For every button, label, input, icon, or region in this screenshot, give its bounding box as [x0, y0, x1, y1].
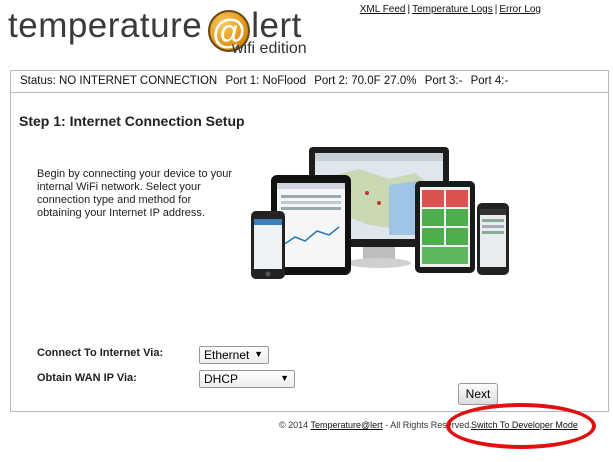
xml-feed-link[interactable]: XML Feed: [360, 4, 406, 15]
port2-status: Port 2: 70.0F 27.0%: [314, 75, 417, 87]
port3-status: Port 3:-: [424, 75, 463, 87]
rights-text: - All Rights Reserved.: [385, 420, 472, 430]
connect-via-value: Ethernet: [204, 348, 250, 362]
connect-via-label: Connect To Internet Via:: [37, 347, 164, 359]
logo-subtitle: wifi edition: [232, 40, 307, 57]
step-title: Step 1: Internet Connection Setup: [19, 113, 245, 129]
company-link[interactable]: Temperature@lert: [311, 420, 383, 430]
wan-ip-value: DHCP: [204, 372, 239, 386]
connection-status: Status: NO INTERNET CONNECTION: [20, 75, 218, 87]
wan-ip-select[interactable]: DHCP ▼: [199, 370, 295, 388]
port1-status: Port 1: NoFlood: [225, 75, 306, 87]
setup-panel: Step 1: Internet Connection Setup Begin …: [10, 92, 609, 412]
error-log-link[interactable]: Error Log: [499, 4, 541, 15]
wan-ip-label: Obtain WAN IP Via:: [37, 372, 137, 384]
status-bar: Status: NO INTERNET CONNECTION Port 1: N…: [10, 70, 609, 92]
dropdown-arrow-icon: ▼: [254, 349, 263, 359]
temperature-alert-logo: temperature @ lert wifi edition: [8, 2, 328, 60]
developer-mode-link[interactable]: Switch To Developer Mode: [471, 420, 578, 430]
copyright-prefix: © 2014: [279, 420, 309, 430]
dropdown-arrow-icon: ▼: [280, 373, 289, 383]
connect-via-select[interactable]: Ethernet ▼: [199, 346, 269, 364]
temperature-logs-link[interactable]: Temperature Logs: [412, 4, 493, 15]
port4-status: Port 4:-: [470, 75, 509, 87]
next-button[interactable]: Next: [458, 383, 498, 405]
devices-illustration: [251, 147, 509, 305]
top-links: XML Feed | Temperature Logs | Error Log: [359, 4, 541, 15]
logo-part1: temperature: [8, 6, 203, 45]
intro-text: Begin by connecting your device to your …: [37, 168, 233, 219]
footer-copyright: © 2014 Temperature@lert - All Rights Res…: [279, 420, 472, 430]
